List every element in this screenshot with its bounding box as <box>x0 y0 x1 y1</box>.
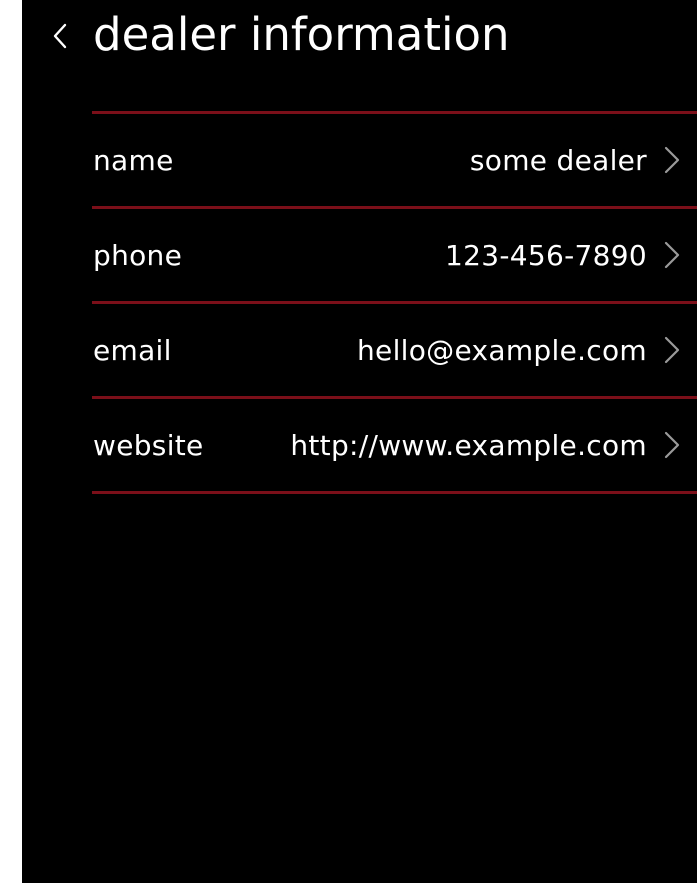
name-value: some dealer <box>469 143 647 177</box>
header: dealer information <box>22 0 697 76</box>
chevron-right-icon <box>664 241 680 269</box>
divider <box>92 491 697 494</box>
website-label: website <box>93 428 204 462</box>
chevron-right-icon <box>664 336 680 364</box>
chevron-right-icon <box>664 146 680 174</box>
phone-label: phone <box>93 238 183 272</box>
chevron-left-icon <box>53 23 67 49</box>
website-row[interactable]: website http://www.example.com <box>92 399 697 491</box>
website-value: http://www.example.com <box>290 428 647 462</box>
email-label: email <box>93 333 172 367</box>
phone-row[interactable]: phone 123-456-7890 <box>92 209 697 301</box>
email-value: hello@example.com <box>357 333 647 367</box>
phone-value: 123-456-7890 <box>445 238 647 272</box>
dealer-info-screen: dealer information name some dealer phon… <box>22 0 697 883</box>
email-row[interactable]: email hello@example.com <box>92 304 697 396</box>
back-button[interactable] <box>40 16 80 56</box>
chevron-right-icon <box>664 431 680 459</box>
name-label: name <box>93 143 174 177</box>
dealer-info-list: name some dealer phone 123-456-7890 emai… <box>92 111 697 494</box>
name-row[interactable]: name some dealer <box>92 114 697 206</box>
page-title: dealer information <box>93 8 510 61</box>
